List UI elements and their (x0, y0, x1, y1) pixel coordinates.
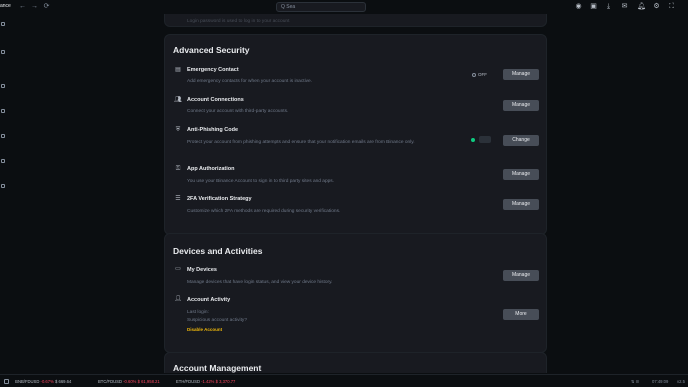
version-text: v2.5 (677, 379, 685, 384)
search-input[interactable]: Q Sea (276, 2, 366, 12)
status-indicator: OFF (472, 72, 487, 77)
ticker-item[interactable]: ETH/FDUSD -1.42% $ 3,370.77 (176, 379, 235, 384)
section-title: Account Management (173, 363, 262, 373)
status-dot-icon (472, 72, 476, 77)
row-desc: Connect your account with third-party ac… (187, 109, 289, 114)
sidebar-user-icon[interactable] (1, 50, 5, 54)
app-authorization-manage-button[interactable]: Manage (503, 169, 539, 180)
brand-logo-text: ance (0, 3, 11, 9)
shield-icon: ⛨ (175, 127, 181, 133)
advanced-security-card: Advanced Security ▤ Emergency Contact Ad… (164, 34, 547, 235)
forward-arrow-icon[interactable]: → (30, 2, 39, 11)
row-desc: You use your Binance Account to sign in … (187, 179, 335, 184)
wallet-icon[interactable]: ▣ (589, 2, 598, 11)
account-management-card: Account Management (164, 352, 547, 373)
row-title: My Devices (187, 267, 217, 273)
row-title: Account Connections (187, 97, 244, 103)
back-arrow-icon[interactable]: ← (18, 2, 27, 11)
section-title: Advanced Security (173, 45, 250, 55)
status-icons[interactable]: ⇅ ☰ (631, 379, 639, 384)
devices-card: Devices and Activities ▭ My Devices Mana… (164, 233, 547, 353)
notification-bell-icon[interactable]: 🔔︎ (637, 2, 646, 11)
expand-icon[interactable]: ⛶ (667, 2, 676, 11)
sidebar-payment-icon[interactable] (1, 134, 5, 138)
row-desc: Protect your account from phishing attem… (187, 140, 415, 145)
contact-book-icon: ▤ (175, 67, 181, 73)
row-title: Emergency Contact (187, 67, 239, 73)
settings-icon[interactable]: ⚙ (652, 2, 661, 11)
anti-phishing-toggle[interactable] (479, 136, 491, 143)
sidebar (0, 14, 12, 374)
disable-account-link[interactable]: Disable Account (187, 327, 222, 332)
clock-time: 07:49:09 (652, 379, 669, 384)
account-activity-more-button[interactable]: More (503, 309, 539, 320)
main-content: Login password is used to log in to your… (12, 14, 688, 373)
sidebar-verify-icon[interactable] (1, 109, 5, 113)
section-title: Devices and Activities (173, 246, 263, 256)
account-connections-manage-button[interactable]: Manage (503, 100, 539, 111)
top-bar: ance ← → ⟳ Q Sea ◉ ▣ ⤓ ✉ 🔔︎ ⚙ ⛶ (0, 0, 688, 14)
row-desc: Manage devices that have login status, a… (187, 280, 333, 285)
my-devices-manage-button[interactable]: Manage (503, 270, 539, 281)
password-card: Login password is used to log in to your… (164, 14, 547, 27)
gift-icon[interactable]: ✉ (620, 2, 629, 11)
anti-phishing-change-button[interactable]: Change (503, 135, 539, 146)
row-desc: Customize which 2FA methods are required… (187, 209, 341, 214)
ticker-bar: BNB/FDUSD -0.67% $ 669.64 BTC/FDUSD -0.6… (0, 374, 688, 387)
last-login-text: Last login: (187, 310, 209, 315)
row-title: 2FA Verification Strategy (187, 196, 252, 202)
row-title: Account Activity (187, 297, 231, 303)
suspicious-activity-text: Suspicious account activity? (187, 318, 247, 323)
emergency-contact-manage-button[interactable]: Manage (503, 69, 539, 80)
people-icon: 👥︎ (174, 97, 182, 103)
sidebar-settings-icon[interactable] (1, 184, 5, 188)
account-icon[interactable]: ◉ (574, 2, 583, 11)
sliders-icon: ☰ (175, 196, 181, 202)
sidebar-referral-icon[interactable] (1, 159, 5, 163)
ticker-item[interactable]: BNB/FDUSD -0.67% $ 669.64 (4, 379, 71, 385)
ticker-item[interactable]: BTC/FDUSD -0.60% $ 61,958.21 (98, 379, 160, 384)
app-key-icon: ⚿ (175, 166, 181, 172)
2fa-strategy-manage-button[interactable]: Manage (503, 199, 539, 210)
password-desc: Login password is used to log in to your… (187, 19, 290, 24)
download-icon[interactable]: ⤓ (604, 2, 613, 11)
status-dot-icon (471, 138, 475, 142)
activity-icon: 👤︎ (174, 296, 182, 302)
sidebar-security-icon[interactable] (1, 84, 5, 88)
device-icon: ▭ (175, 266, 181, 272)
ticker-toggle-icon[interactable] (4, 379, 9, 385)
sidebar-home-icon[interactable] (1, 22, 5, 26)
refresh-icon[interactable]: ⟳ (42, 2, 51, 11)
row-title: App Authorization (187, 166, 235, 172)
row-desc: Add emergency contacts for when your acc… (187, 79, 313, 84)
row-title: Anti-Phishing Code (187, 127, 239, 133)
